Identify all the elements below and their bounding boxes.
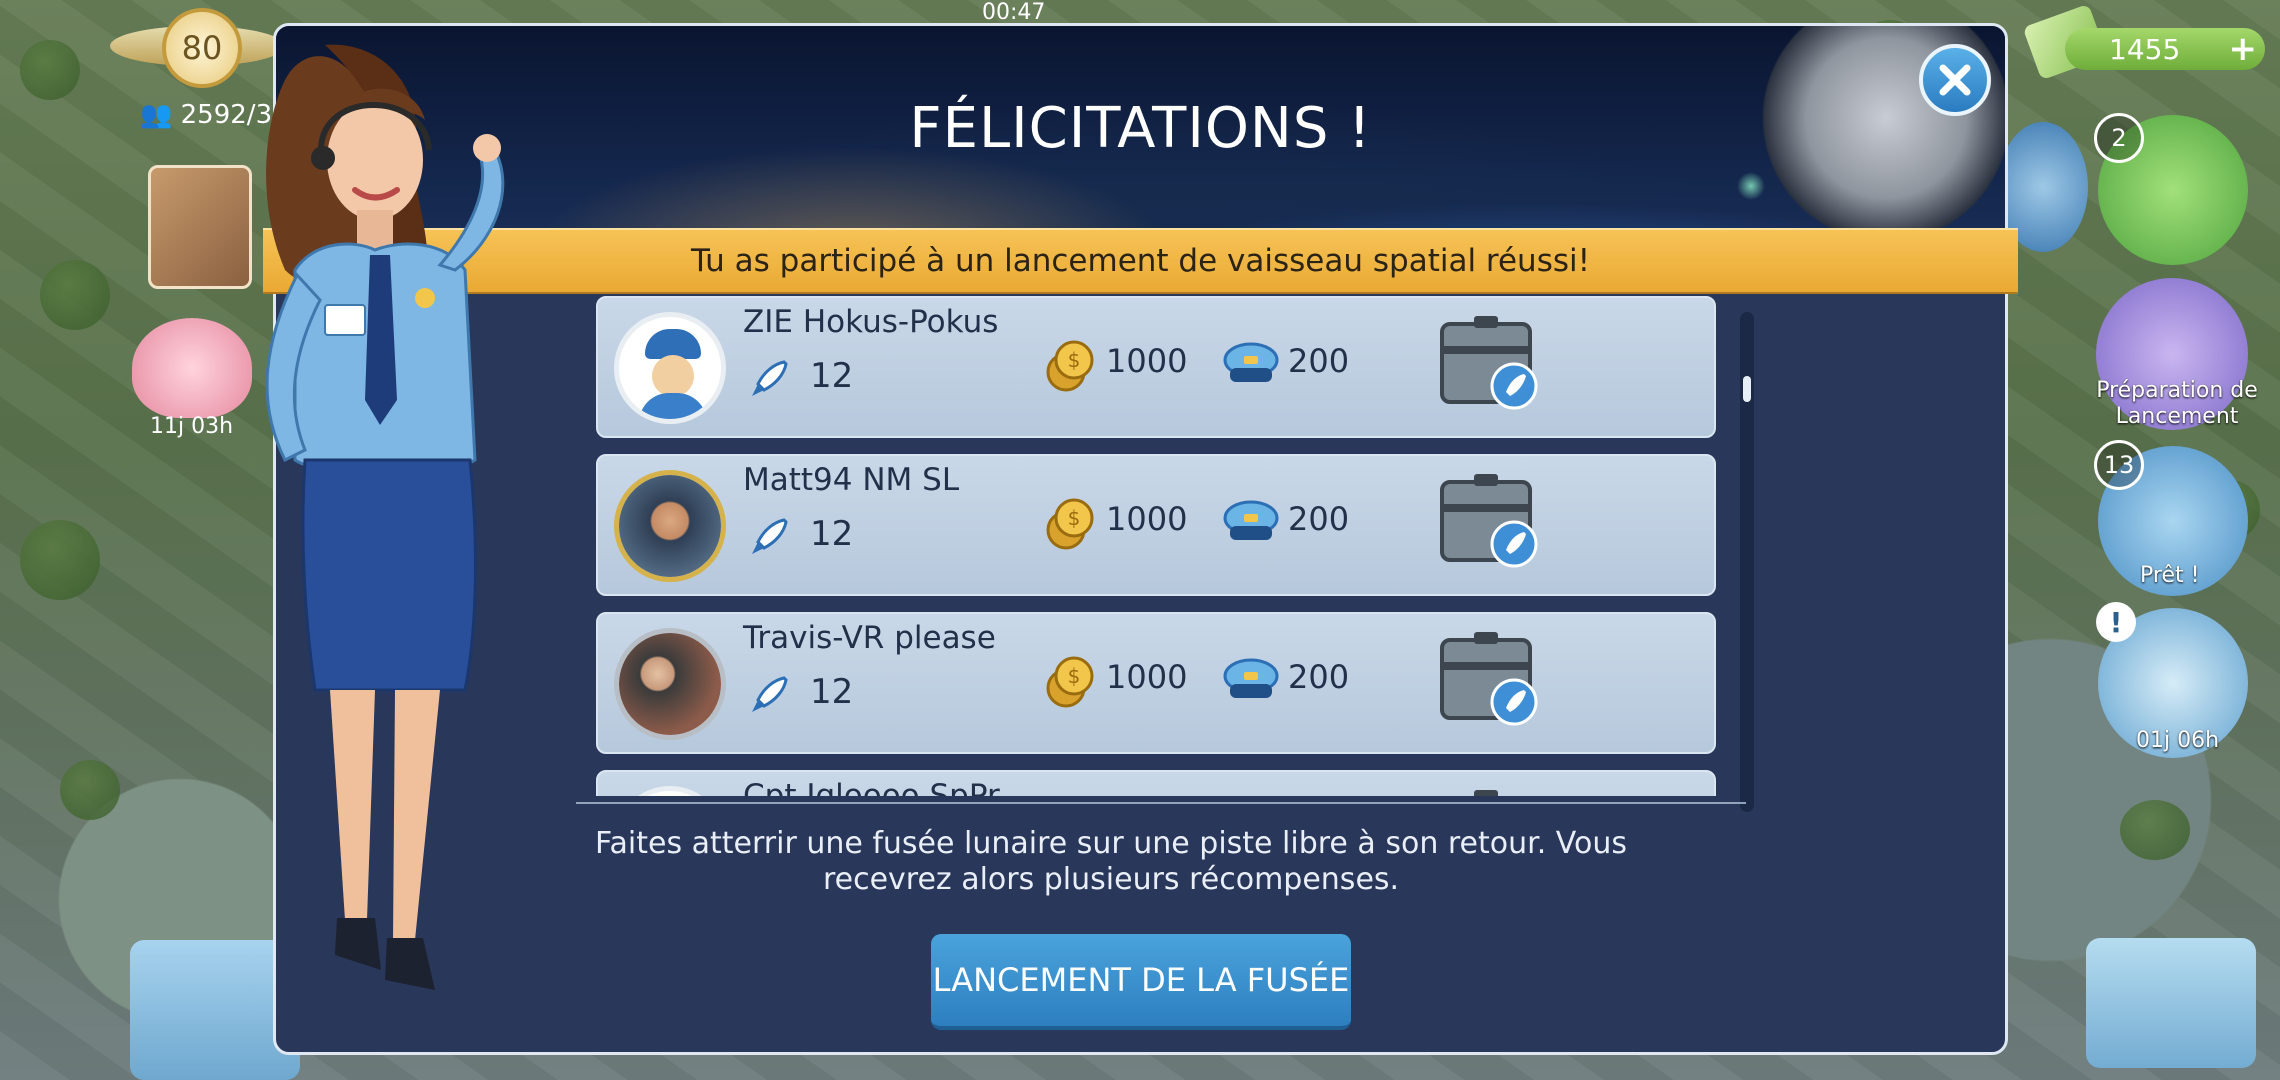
- close-icon: [1939, 64, 1971, 96]
- avatar[interactable]: [614, 312, 726, 424]
- gauge-timer: 01j 06h: [2136, 728, 2220, 753]
- info-text: Faites atterrir une fusée lunaire sur un…: [595, 826, 1627, 897]
- rocket-icon: [752, 676, 788, 712]
- radar-badge: 13: [2094, 440, 2144, 490]
- people-icon: 👥: [140, 100, 173, 130]
- participants-list[interactable]: ZIE Hokus-Pokus 12 $ 1000 200 Matt94 NM …: [596, 296, 1736, 796]
- player-name: Cpt Igloooo SpPr: [743, 778, 1000, 796]
- coin-reward: 1000: [1106, 500, 1188, 538]
- list-item: ZIE Hokus-Pokus 12 $ 1000 200: [596, 296, 1716, 438]
- pilot-cap-icon: [1223, 500, 1279, 540]
- avatar[interactable]: [614, 628, 726, 740]
- player-name: Travis-VR please: [743, 620, 996, 656]
- reward-chest-icon[interactable]: [1438, 786, 1542, 796]
- rocket-icon: [752, 360, 788, 396]
- coins-icon: $: [1046, 656, 1094, 708]
- tower-badge: 2: [2094, 113, 2144, 163]
- add-money-button[interactable]: +: [2229, 32, 2258, 66]
- coins-icon: $: [1046, 498, 1094, 550]
- coin-reward: 1000: [1106, 658, 1188, 696]
- close-button[interactable]: [1919, 44, 1991, 116]
- hostess-character: [265, 44, 505, 990]
- svg-text:$: $: [1068, 664, 1081, 688]
- cap-reward: 200: [1288, 500, 1350, 538]
- divider: [576, 802, 1746, 804]
- pilot-cap-icon: [1223, 342, 1279, 382]
- launch-count: 12: [810, 514, 854, 554]
- rocket-launch-button[interactable]: LANCEMENT DE LA FUSÉE: [931, 934, 1351, 1030]
- launch-count: 12: [810, 672, 854, 712]
- player-name: Matt94 NM SL: [743, 462, 960, 498]
- money-value: 1455: [2109, 32, 2181, 66]
- list-item: Matt94 NM SL 12 $ 1000 200: [596, 454, 1716, 596]
- reward-chest-icon[interactable]: [1438, 312, 1542, 412]
- coins-icon: $: [1046, 340, 1094, 392]
- ready-label: Prêt !: [2140, 563, 2200, 588]
- status-clock: 00:47: [982, 0, 1046, 25]
- list-item: Cpt Igloooo SpPr: [596, 770, 1716, 796]
- svg-text:$: $: [1068, 348, 1081, 372]
- event-timer: 11j 03h: [150, 414, 234, 439]
- hangar-button[interactable]: [2086, 938, 2256, 1068]
- list-item: Travis-VR please 12 $ 1000 200: [596, 612, 1716, 754]
- avatar[interactable]: [614, 470, 726, 582]
- rocket-icon: [752, 518, 788, 554]
- money-counter[interactable]: 1455 +: [2065, 28, 2265, 70]
- control-tower-button[interactable]: 2: [2094, 113, 2248, 265]
- pilot-cap-icon: [1223, 658, 1279, 698]
- svg-text:$: $: [1068, 506, 1081, 530]
- reward-chest-icon[interactable]: [1438, 628, 1542, 728]
- avatar[interactable]: [614, 786, 726, 796]
- cap-reward: 200: [1288, 342, 1350, 380]
- reward-chest-icon[interactable]: [1438, 470, 1542, 570]
- scrollbar-thumb[interactable]: [1743, 376, 1751, 402]
- player-name: ZIE Hokus-Pokus: [743, 304, 999, 340]
- cap-reward: 200: [1288, 658, 1350, 696]
- launch-count: 12: [810, 356, 854, 396]
- alert-icon: !: [2096, 602, 2136, 642]
- preparation-label: Préparation de Lancement: [2096, 378, 2258, 429]
- coin-reward: 1000: [1106, 342, 1188, 380]
